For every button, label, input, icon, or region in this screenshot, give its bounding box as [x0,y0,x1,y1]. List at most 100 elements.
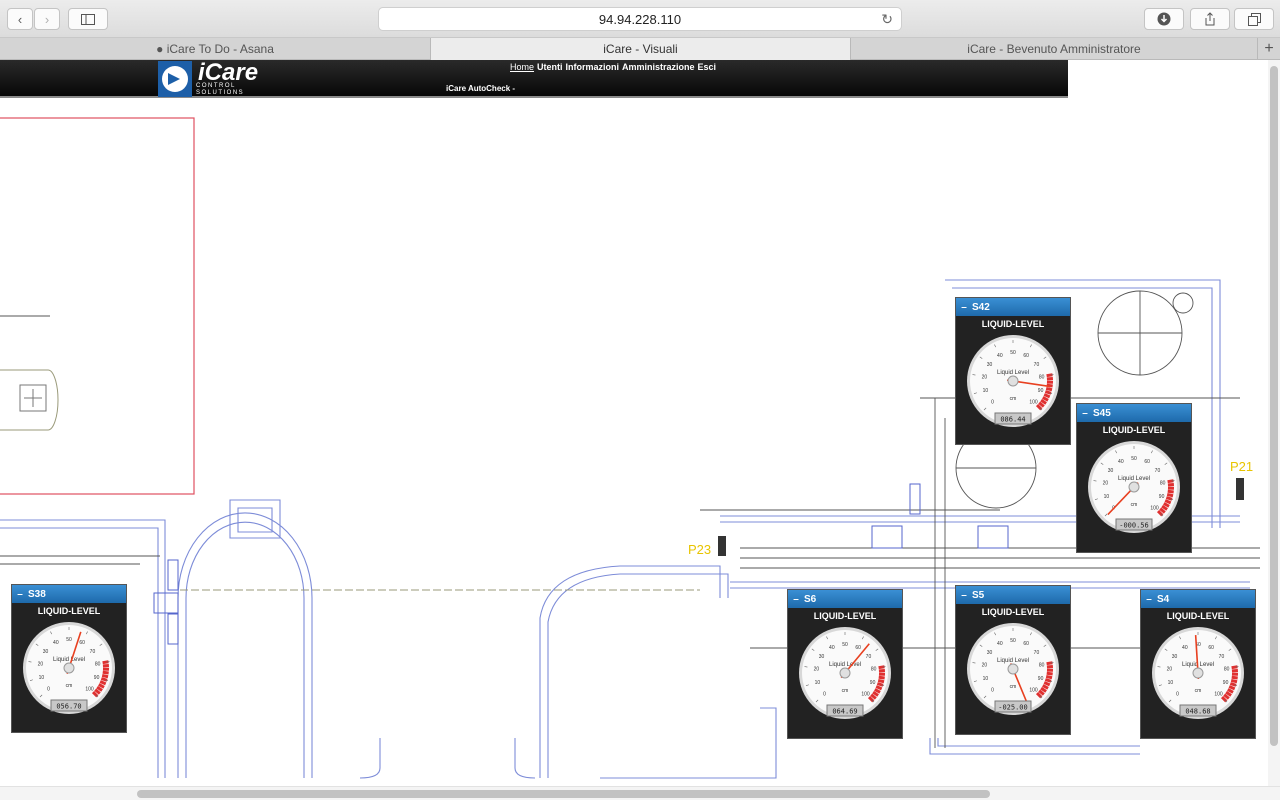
back-button[interactable]: ‹ [7,8,33,30]
gauge-tick-label: 50 [842,642,848,648]
widget-header[interactable]: – S5 [956,586,1070,604]
nav-utenti[interactable]: Utenti [537,62,563,72]
new-tab-button[interactable]: + [1258,38,1280,60]
gauge-tick-label: 60 [855,645,861,651]
main-nav: Home Utenti Informazioni Amministrazione… [510,62,716,72]
vertical-scrollbar[interactable] [1268,60,1280,786]
reload-icon[interactable]: ↻ [881,11,893,28]
browser-toolbar: ‹ › 94.94.228.110 ↻ [0,0,1280,38]
gauge-widget-s6[interactable]: – S6 LIQUID-LEVEL 0 10 20 30 40 50 60 70 80 90 100 L… [787,589,903,739]
gauge-tick-label: 30 [1108,468,1114,474]
tab-asana[interactable]: ● iCare To Do - Asana [0,38,431,60]
minimize-icon[interactable]: – [956,590,972,601]
gauge-readout: -000.56 [1119,522,1149,530]
gauge-tick-label: 20 [982,374,988,380]
address-bar[interactable]: 94.94.228.110 ↻ [378,7,902,31]
gauge-unit: cm [842,688,849,694]
minimize-icon[interactable]: – [1141,594,1157,605]
gauge-widget-s42[interactable]: – S42 LIQUID-LEVEL 0 10 20 30 40 50 60 70 80 90 100… [955,297,1071,445]
gauge-widget-s4[interactable]: – S4 LIQUID-LEVEL 0 10 20 30 40 50 60 70 80 90 100 L… [1140,589,1256,739]
gauge-tick-label: 100 [85,687,94,693]
autocheck-label: iCare AutoCheck - [446,84,516,93]
gauge-tick-label: 50 [1010,350,1016,356]
gauge-tick-label: 30 [819,654,825,660]
red-zone-mark [1231,675,1238,680]
downloads-button[interactable] [1144,8,1184,30]
liquid-level-gauge: 010 20 30 40 50 60 70 80 90100 Liquid Level cm 086.… [967,335,1059,427]
gauge-tick-label: 80 [1224,666,1230,672]
gauge-widget-s45[interactable]: –S45 LIQUID-LEVEL 0102030405060708090100… [1076,403,1192,553]
minimize-icon[interactable]: – [788,594,804,605]
plus-icon: + [1264,40,1274,57]
gauge-center-label: Liquid Level [829,662,861,668]
horizontal-scrollbar[interactable] [0,786,1280,800]
red-zone-mark [101,673,109,679]
gauge-center-label: Liquid Level [997,658,1029,664]
widget-header[interactable]: – S6 [788,590,902,608]
share-icon [1205,12,1215,26]
tab-label: iCare - Bevenuto Amministratore [967,42,1141,56]
gauge-tick-label: 60 [1208,645,1214,651]
red-zone-mark [877,678,885,684]
gauge-unit: cm [1131,502,1138,508]
sensor-type: LIQUID-LEVEL [1102,425,1166,435]
gauge-tick-label: 50 [1131,456,1137,462]
gauge-tick-label: 70 [1034,650,1040,656]
gauge-hub [839,667,851,679]
forward-button[interactable]: › [34,8,60,30]
widget-header[interactable]: – S42 [956,298,1070,316]
gauge-tick-label: 10 [983,676,989,682]
pump-p23-label: P23 [688,542,712,557]
tab-overview-button[interactable] [1234,8,1274,30]
sidebar-icon [81,13,95,25]
gauge-tick-label: 40 [829,645,835,651]
scroll-thumb[interactable] [137,790,990,798]
widget-header[interactable]: – S38 [12,585,126,603]
gauge-tick-label: 80 [1160,480,1166,486]
gauge-tick-label: 10 [815,680,821,686]
gauge-tick-label: 100 [1214,692,1223,698]
gauge-tick-label: 20 [38,661,44,667]
widget-header[interactable]: – S45 [1077,404,1191,422]
tab-visuali[interactable]: iCare - Visuali [431,38,851,60]
download-icon [1157,12,1171,26]
gauge-hub [1007,375,1019,387]
red-zone-mark [878,675,885,680]
gauge-tick-label: 10 [1168,680,1174,686]
minimize-icon[interactable]: – [956,302,972,313]
gauge-tick-label: 40 [53,640,59,646]
minimize-icon[interactable]: – [12,589,28,600]
sidebar-toggle-button[interactable] [68,8,108,30]
scroll-thumb[interactable] [1270,66,1278,746]
gauge-tick-label: 60 [1023,353,1029,359]
sensor-type: LIQUID-LEVEL [981,319,1045,329]
gauge-tick-label: 70 [1155,468,1161,474]
nav-amministrazione[interactable]: Amministrazione [622,62,695,72]
share-button[interactable] [1190,8,1230,30]
gauge-tick-label: 30 [987,362,993,368]
nav-esci[interactable]: Esci [698,62,717,72]
gauge-tick-label: 10 [983,388,989,394]
gauge-widget-s5[interactable]: – S5 LIQUID-LEVEL 0 10 20 30 40 50 60 70 80 90 100 L… [955,585,1071,735]
gauge-tick-label: 90 [1159,494,1165,500]
gauge-tick-label: 90 [1223,680,1229,686]
gauge-center-label: Liquid Level [1118,476,1150,482]
gauge-widget-s38[interactable]: – S38 LIQUID-LEVEL 0 10 20 30 40 50 60 70 80 90 100… [11,584,127,733]
gauge-tick-label: 70 [90,649,96,655]
gauge-tick-label: 20 [814,666,820,672]
sensor-id: S6 [804,593,817,605]
sensor-id: S4 [1157,593,1170,605]
tab-label: iCare - Visuali [603,42,678,56]
gauge-unit: cm [1195,688,1202,694]
nav-informazioni[interactable]: Informazioni [566,62,620,72]
widget-header[interactable]: – S4 [1141,590,1255,608]
nav-home[interactable]: Home [510,62,534,72]
gauge-tick-label: 80 [1039,662,1045,668]
tab-admin[interactable]: iCare - Bevenuto Amministratore [851,38,1258,60]
minimize-icon[interactable]: – [1077,408,1093,419]
red-zone-mark [1046,671,1053,676]
gauge-tick-label: 60 [79,640,85,646]
gauge-tick-label: 50 [1010,638,1016,644]
chevron-right-icon: › [44,11,50,27]
gauge-center-label: Liquid Level [997,370,1029,376]
